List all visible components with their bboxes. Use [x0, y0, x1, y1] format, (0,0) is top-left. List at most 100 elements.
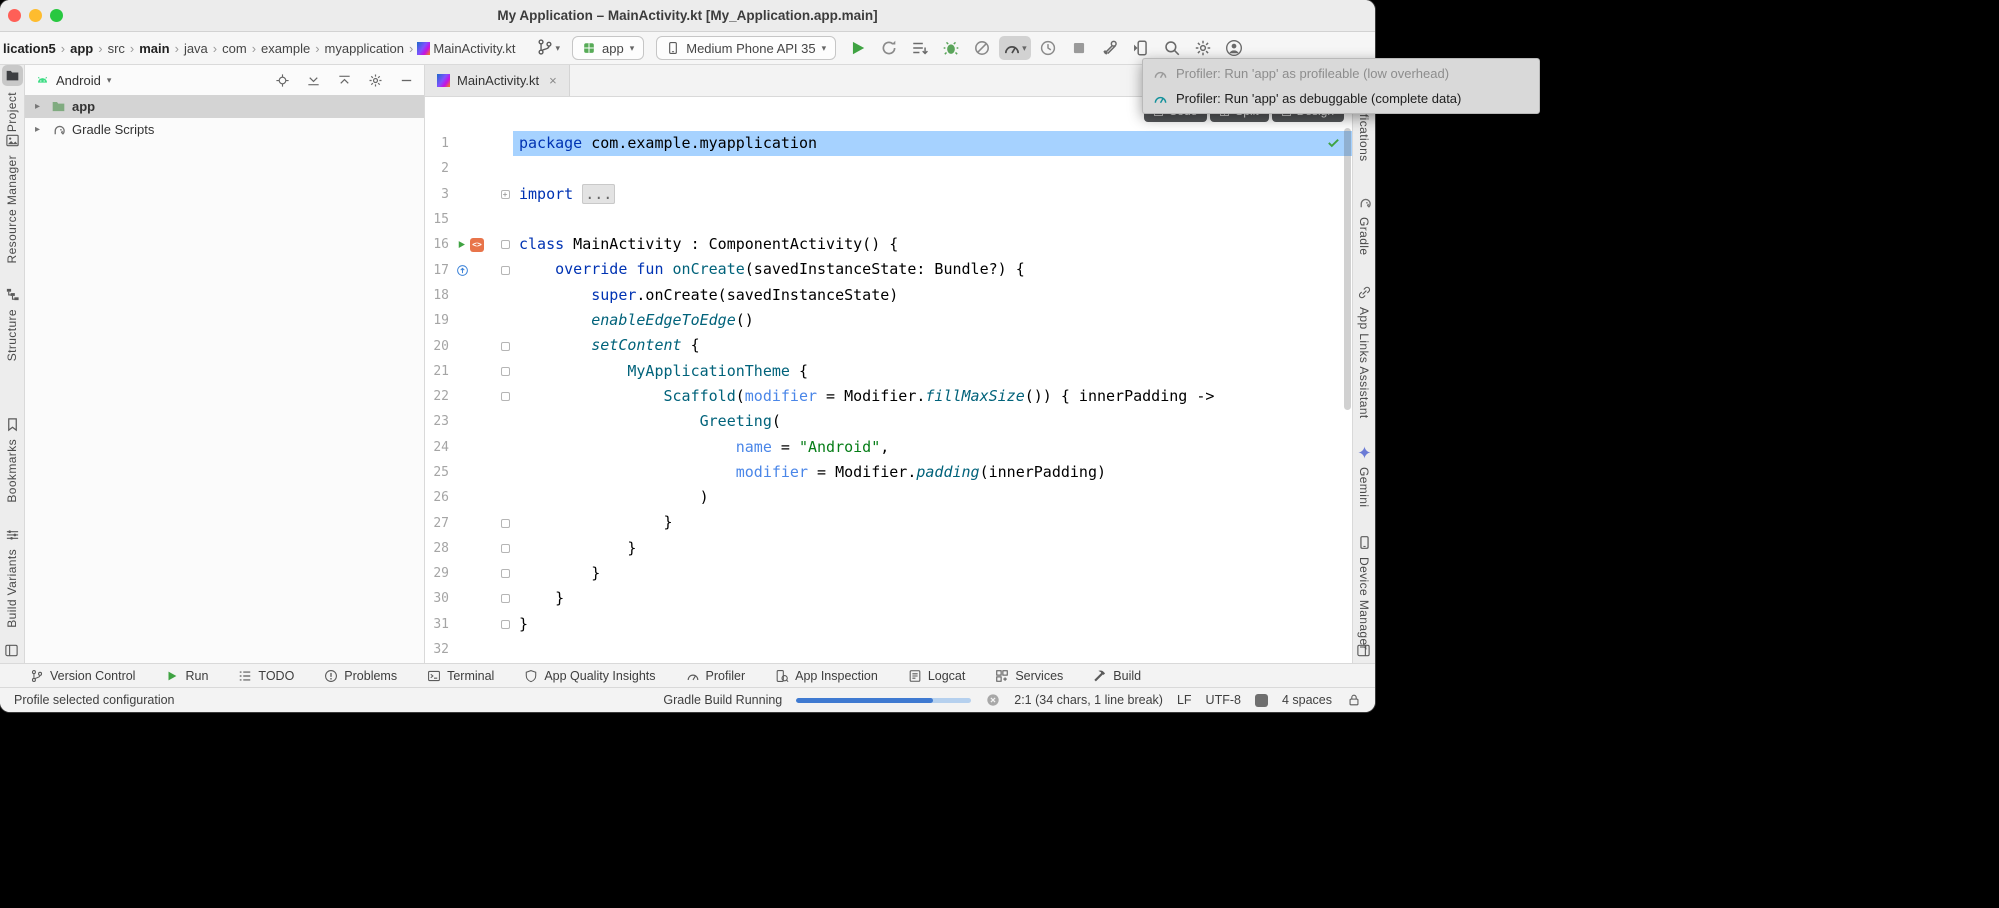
tool-window-app-quality-insights[interactable]: App Quality Insights: [524, 669, 655, 683]
code-line-21[interactable]: 21 MyApplicationTheme {: [425, 359, 1352, 384]
fold-marker-icon[interactable]: [501, 367, 510, 376]
code-line-1[interactable]: 1package com.example.myapplication: [425, 131, 1352, 156]
vcs-widget[interactable]: ▾: [532, 36, 564, 60]
breadcrumb-item-myapplication[interactable]: myapplication: [324, 41, 406, 56]
fold-marker-icon[interactable]: [501, 266, 510, 275]
tool-stripe-build-variants[interactable]: Build Variants: [0, 525, 24, 628]
zoom-window-button[interactable]: [50, 9, 63, 22]
tool-stripe-project[interactable]: Project: [0, 65, 24, 132]
rerun-button[interactable]: [875, 36, 902, 60]
profiler-menu-item[interactable]: Profiler: Run 'app' as profileable (low …: [1143, 61, 1539, 86]
code-line-3[interactable]: 3+import ...: [425, 182, 1352, 207]
code-line-22[interactable]: 22 Scaffold(modifier = Modifier.fillMaxS…: [425, 384, 1352, 409]
fold-marker-icon[interactable]: [501, 620, 510, 629]
mirror-device-button[interactable]: [1128, 36, 1155, 60]
tool-window-app-inspection[interactable]: App Inspection: [775, 669, 878, 683]
debug-button[interactable]: [937, 36, 964, 60]
breadcrumb-item-com[interactable]: com: [221, 41, 248, 56]
code-line-27[interactable]: 27 }: [425, 510, 1352, 535]
hide-panel-button[interactable]: [398, 72, 414, 88]
device-tools-button[interactable]: [1097, 36, 1124, 60]
minimize-window-button[interactable]: [29, 9, 42, 22]
code-line-19[interactable]: 19 enableEdgeToEdge(): [425, 308, 1352, 333]
chevron-right-icon[interactable]: ▸: [35, 124, 45, 135]
fold-marker-icon[interactable]: [501, 519, 510, 528]
panel-settings-button[interactable]: [367, 72, 383, 88]
window-layout-icon[interactable]: [4, 643, 20, 659]
fold-marker-icon[interactable]: [501, 569, 510, 578]
fold-marker-icon[interactable]: [501, 594, 510, 603]
code-line-24[interactable]: 24 name = "Android",: [425, 435, 1352, 460]
code-line-31[interactable]: 31}: [425, 612, 1352, 637]
status-misc-icon[interactable]: [1255, 694, 1268, 707]
tree-item-gradle-scripts[interactable]: ▸ Gradle Scripts: [25, 118, 424, 141]
breadcrumb-item-main[interactable]: main: [138, 41, 170, 56]
breadcrumb-item-src[interactable]: src: [107, 41, 126, 56]
tool-stripe-bookmarks[interactable]: Bookmarks: [0, 415, 24, 503]
tool-window-todo[interactable]: TODO: [238, 669, 294, 683]
tool-stripe-resource-manager[interactable]: Resource Manager: [0, 131, 24, 263]
line-ending[interactable]: LF: [1177, 693, 1192, 707]
fold-marker-icon[interactable]: [501, 342, 510, 351]
tool-window-problems[interactable]: Problems: [324, 669, 397, 683]
tool-stripe-structure[interactable]: Structure: [0, 285, 24, 361]
editor-body[interactable]: 1package com.example.myapplication23+imp…: [425, 97, 1352, 663]
code-line-32[interactable]: 32: [425, 637, 1352, 662]
profiler-button[interactable]: ▾: [999, 36, 1031, 60]
chevron-right-icon[interactable]: ▸: [35, 101, 45, 112]
fold-marker-icon[interactable]: +: [501, 190, 510, 199]
inspections-status-icon[interactable]: [1326, 135, 1341, 150]
breadcrumb-item-java[interactable]: java: [183, 41, 209, 56]
code-line-20[interactable]: 20 setContent {: [425, 333, 1352, 358]
profiler-menu-item[interactable]: Profiler: Run 'app' as debuggable (compl…: [1143, 86, 1539, 111]
fold-marker-icon[interactable]: [501, 392, 510, 401]
tree-item-app[interactable]: ▸ app: [25, 95, 424, 118]
close-window-button[interactable]: [8, 9, 21, 22]
close-tab-icon[interactable]: ×: [549, 73, 557, 88]
code-line-16[interactable]: 16<>class MainActivity : ComponentActivi…: [425, 232, 1352, 257]
code-line-30[interactable]: 30 }: [425, 586, 1352, 611]
code-line-18[interactable]: 18 super.onCreate(savedInstanceState): [425, 283, 1352, 308]
stop-button[interactable]: [1066, 36, 1093, 60]
tool-window-logcat[interactable]: Logcat: [908, 669, 966, 683]
override-gutter-icon[interactable]: [456, 264, 469, 277]
locate-file-button[interactable]: [274, 72, 290, 88]
tool-window-terminal[interactable]: Terminal: [427, 669, 494, 683]
code-line-2[interactable]: 2: [425, 156, 1352, 181]
fold-marker-icon[interactable]: [501, 544, 510, 553]
device-select[interactable]: Medium Phone API 35 ▾: [656, 36, 836, 60]
indent-style[interactable]: 4 spaces: [1282, 693, 1332, 707]
tool-stripe-app-links-assistant[interactable]: App Links Assistant: [1353, 283, 1375, 419]
tool-window-build[interactable]: Build: [1093, 669, 1141, 683]
coverage-button[interactable]: [968, 36, 995, 60]
account-avatar[interactable]: [1221, 36, 1248, 60]
breadcrumb-item-mainactivity-kt[interactable]: MainActivity.kt: [432, 41, 516, 56]
tab-mainactivity[interactable]: MainActivity.kt ×: [425, 65, 570, 96]
code-line-23[interactable]: 23 Greeting(: [425, 409, 1352, 434]
caret-position[interactable]: 2:1 (34 chars, 1 line break): [1014, 693, 1163, 707]
expand-all-button[interactable]: [305, 72, 321, 88]
breadcrumb-item-app[interactable]: app: [69, 41, 94, 56]
settings-button[interactable]: [1190, 36, 1217, 60]
tool-stripe-gemini[interactable]: Gemini: [1353, 443, 1375, 507]
project-view-select[interactable]: Android: [56, 73, 101, 88]
tool-window-profiler[interactable]: Profiler: [686, 669, 746, 683]
code-line-25[interactable]: 25 modifier = Modifier.padding(innerPadd…: [425, 460, 1352, 485]
build-menu-button[interactable]: [906, 36, 933, 60]
code-line-29[interactable]: 29 }: [425, 561, 1352, 586]
tool-window-run[interactable]: Run: [165, 669, 208, 683]
code-line-26[interactable]: 26 ): [425, 485, 1352, 510]
search-everywhere-button[interactable]: [1159, 36, 1186, 60]
tool-window-version-control[interactable]: Version Control: [30, 669, 135, 683]
collapse-all-button[interactable]: [336, 72, 352, 88]
run-gutter-icon[interactable]: [456, 239, 467, 250]
fold-marker-icon[interactable]: [501, 240, 510, 249]
cancel-build-button[interactable]: [985, 693, 1000, 708]
title-bar[interactable]: My Application – MainActivity.kt [My_App…: [0, 0, 1375, 32]
tool-stripe-gradle[interactable]: Gradle: [1353, 193, 1375, 255]
editor-scrollbar[interactable]: [1344, 128, 1351, 410]
readonly-lock-icon[interactable]: [1346, 693, 1361, 708]
code-line-17[interactable]: 17 override fun onCreate(savedInstanceSt…: [425, 257, 1352, 282]
code-line-28[interactable]: 28 }: [425, 536, 1352, 561]
code-line-15[interactable]: 15: [425, 207, 1352, 232]
